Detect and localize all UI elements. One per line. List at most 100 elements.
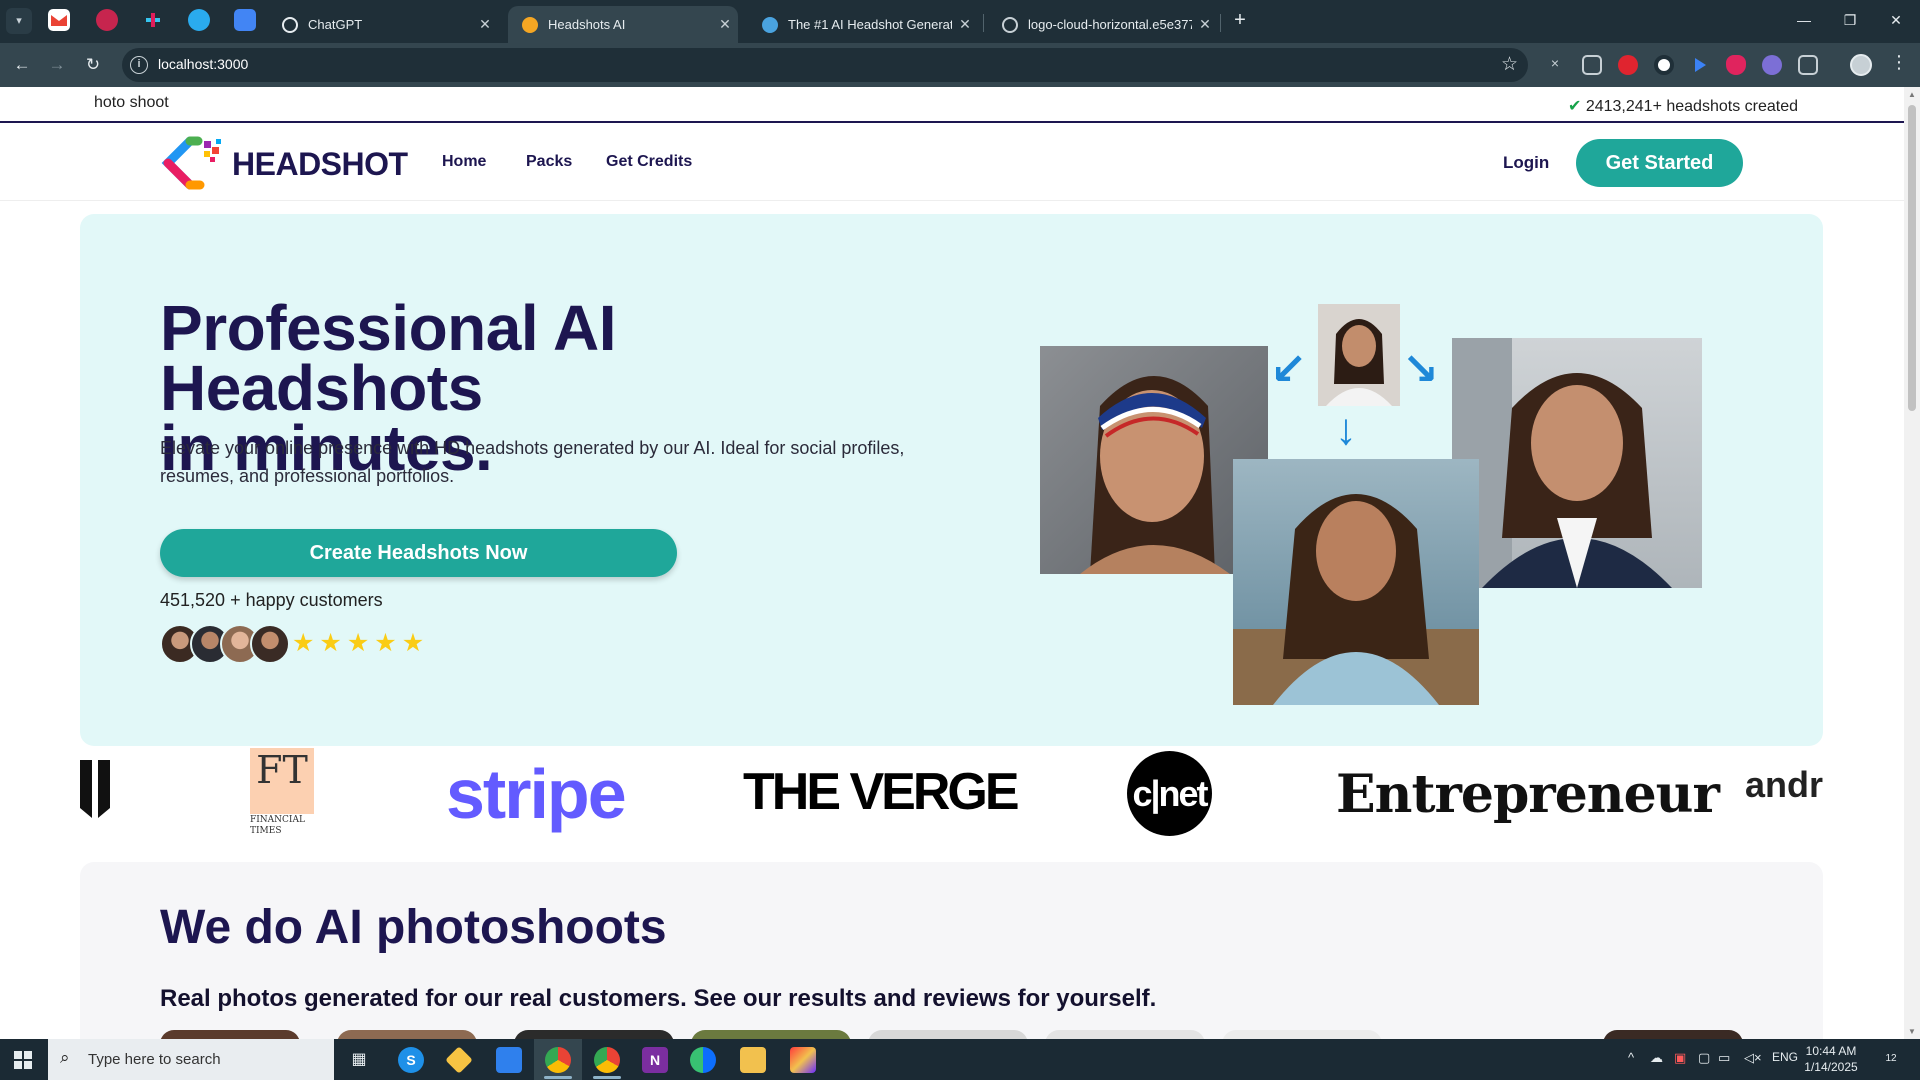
customer-avatars xyxy=(160,624,290,664)
tab-title: Headshots AI xyxy=(548,17,626,32)
slack-icon[interactable] xyxy=(142,9,164,31)
extensions-puzzle-icon[interactable] xyxy=(1798,55,1818,75)
get-started-button[interactable]: Get Started xyxy=(1576,139,1743,187)
profile-avatar[interactable] xyxy=(1850,54,1872,76)
clock-time: 10:44 AM xyxy=(1805,1044,1857,1058)
skype-icon[interactable]: S xyxy=(398,1047,424,1073)
translate-icon[interactable] xyxy=(234,9,256,31)
tab-headshots-ai[interactable]: Headshots AI ✕ xyxy=(508,6,738,43)
bookmark-star-icon[interactable]: ☆ xyxy=(1501,53,1518,76)
cnet-logo: c|net xyxy=(1127,751,1212,836)
nav-packs[interactable]: Packs xyxy=(526,153,572,171)
create-headshots-button[interactable]: Create Headshots Now xyxy=(160,529,677,577)
close-icon[interactable]: ✕ xyxy=(712,16,738,33)
tab-title: The #1 AI Headshot Generator xyxy=(788,17,952,32)
close-icon[interactable]: ✕ xyxy=(472,16,498,33)
rating-stars: ★ ★ ★ ★ ★ xyxy=(292,628,429,658)
tray-chevron-icon[interactable]: ^ xyxy=(1628,1050,1634,1065)
notification-center-icon[interactable]: 12 xyxy=(1880,1048,1902,1070)
press-logos-strip: FT FINANCIAL TIMES stripe THE VERGE c|ne… xyxy=(80,748,1823,852)
reload-icon[interactable]: ↻ xyxy=(81,53,105,77)
result-photo[interactable] xyxy=(160,1030,300,1039)
tab-headshot-generator[interactable]: The #1 AI Headshot Generator ✕ xyxy=(748,6,978,43)
arrow-icon: ↙ xyxy=(1270,345,1307,394)
extension-shield-icon[interactable] xyxy=(1726,55,1746,75)
result-photo[interactable] xyxy=(1603,1030,1743,1039)
tab-title: logo-cloud-horizontal.e5e3772 xyxy=(1028,17,1192,32)
windows-taskbar: ⌕ Type here to search ▦ S N ^ ☁ ▣ ▢ ▭ ◁×… xyxy=(0,1039,1920,1080)
taskbar-clock[interactable]: 10:44 AM 1/14/2025 xyxy=(1796,1043,1866,1075)
marquee-text: hoto shoot xyxy=(94,94,169,111)
address-bar[interactable]: i localhost:3000 ☆ xyxy=(122,48,1528,82)
generator-favicon-icon xyxy=(762,16,778,33)
tray-app-icon[interactable]: ▣ xyxy=(1674,1050,1686,1066)
result-photo[interactable] xyxy=(1222,1030,1382,1039)
git-tool-icon[interactable] xyxy=(445,1046,473,1074)
extension-red-icon[interactable] xyxy=(1618,55,1638,75)
ft-logo-text: FT xyxy=(256,748,308,792)
result-photo[interactable] xyxy=(868,1030,1028,1039)
notification-count: 12 xyxy=(1885,1053,1897,1064)
close-icon[interactable]: ✕ xyxy=(1192,16,1218,33)
chrome-profile-icon[interactable] xyxy=(594,1047,620,1073)
stripe-logo: stripe xyxy=(446,755,627,833)
nav-home[interactable]: Home xyxy=(442,153,486,171)
android-logo: andr xyxy=(1745,764,1823,805)
browser-menu-icon[interactable]: ⋮ xyxy=(1890,52,1908,73)
vscode-icon[interactable] xyxy=(496,1047,522,1073)
result-photo[interactable] xyxy=(1045,1030,1205,1039)
tray-meet-icon[interactable]: ▢ xyxy=(1698,1050,1710,1066)
site-logo[interactable]: HEADSHOT xyxy=(160,135,408,193)
task-view-icon[interactable]: ▦ xyxy=(346,1047,372,1073)
scroll-down-icon[interactable]: ▼ xyxy=(1908,1027,1916,1036)
chrome-icon[interactable] xyxy=(545,1047,571,1073)
jetbrains-icon[interactable] xyxy=(790,1047,816,1073)
taskbar-search[interactable]: ⌕ Type here to search xyxy=(48,1039,334,1080)
result-photo[interactable] xyxy=(514,1030,674,1039)
language-indicator[interactable]: ENG xyxy=(1772,1050,1798,1064)
login-link[interactable]: Login xyxy=(1503,153,1549,173)
forward-icon[interactable]: → xyxy=(45,53,69,77)
onenote-icon[interactable]: N xyxy=(642,1047,668,1073)
volume-muted-icon[interactable]: ◁× xyxy=(1744,1050,1762,1066)
headshot-photo-business xyxy=(1452,338,1702,588)
network-icon[interactable]: ▭ xyxy=(1718,1050,1730,1066)
page-scrollbar[interactable]: ▲ ▼ xyxy=(1904,87,1920,1039)
tab-search-icon[interactable]: ▾ xyxy=(6,8,32,34)
tab-logo-cloud[interactable]: logo-cloud-horizontal.e5e3772 ✕ xyxy=(988,6,1218,43)
gmail-icon[interactable] xyxy=(48,9,70,31)
new-tab-button[interactable]: + xyxy=(1228,8,1252,32)
telegram-icon[interactable] xyxy=(188,9,210,31)
section-title: We do AI photoshoots xyxy=(160,901,667,954)
restore-icon[interactable]: ❐ xyxy=(1830,6,1870,34)
close-window-icon[interactable]: ✕ xyxy=(1876,6,1916,34)
headshots-counter: ✔ 2413,241+ headshots created xyxy=(1568,96,1798,116)
minimize-icon[interactable]: — xyxy=(1784,6,1824,34)
tab-chatgpt[interactable]: ChatGPT ✕ xyxy=(268,6,498,43)
close-icon[interactable]: ✕ xyxy=(952,16,978,33)
extension-b-icon[interactable] xyxy=(1582,55,1602,75)
back-icon[interactable]: ← xyxy=(10,53,34,77)
extension-purple-icon[interactable] xyxy=(1762,55,1782,75)
edge-icon[interactable] xyxy=(690,1047,716,1073)
entrepreneur-logo: Entrepreneur xyxy=(1336,764,1720,825)
result-photo[interactable] xyxy=(337,1030,477,1039)
file-explorer-icon[interactable] xyxy=(740,1047,766,1073)
result-photo[interactable] xyxy=(691,1030,851,1039)
url-text[interactable]: localhost:3000 xyxy=(158,56,248,72)
taskbar-search-placeholder[interactable]: Type here to search xyxy=(88,1051,221,1068)
hero-subtitle: Elevate your online presence with HD hea… xyxy=(160,438,905,486)
extension-play-icon[interactable] xyxy=(1690,55,1710,75)
app-icon[interactable] xyxy=(96,9,118,31)
extension-circle-icon[interactable] xyxy=(1654,55,1674,75)
nav-get-credits[interactable]: Get Credits xyxy=(606,153,692,171)
chatgpt-icon xyxy=(282,16,298,33)
site-info-icon[interactable]: i xyxy=(130,56,148,74)
scrollbar-thumb[interactable] xyxy=(1908,105,1916,411)
headshots-counter-text: 2413,241+ headshots created xyxy=(1585,98,1798,115)
logo-mark-icon xyxy=(160,135,228,193)
scroll-up-icon[interactable]: ▲ xyxy=(1908,90,1916,99)
extension-x-icon[interactable]: × xyxy=(1545,55,1565,75)
windows-start-icon[interactable] xyxy=(14,1051,32,1069)
onedrive-icon[interactable]: ☁ xyxy=(1650,1050,1663,1066)
